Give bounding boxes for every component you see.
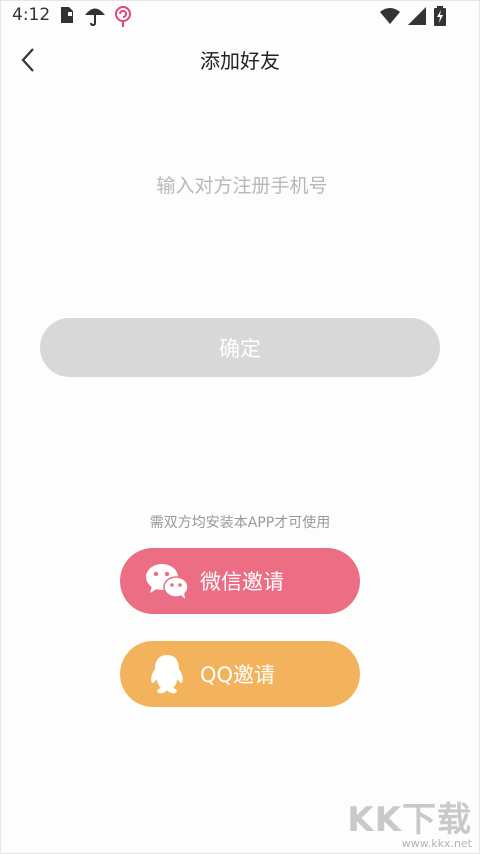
wechat-invite-label: 微信邀请 [200,570,284,594]
qq-invite-label: QQ邀请 [200,663,276,687]
wechat-icon [144,561,190,601]
invite-hint: 需双方均安装本APP才可使用 [149,515,331,531]
battery-charging-icon [434,6,446,30]
screen-frame [0,0,480,854]
sim-card-icon [60,6,74,28]
watermark: KK下载 www.kkx.net [347,792,472,850]
status-time: 4:12 [12,5,51,25]
status-bar: 4:12 [0,0,480,32]
wechat-invite-button[interactable]: 微信邀请 [120,548,360,614]
qq-penguin-icon [144,654,190,694]
signal-icon [408,7,426,29]
umbrella-icon [84,6,106,30]
phone-number-input[interactable] [60,168,424,204]
qq-invite-button[interactable]: QQ邀请 [120,641,360,707]
watermark-brand: KK下载 [347,800,472,840]
confirm-button[interactable]: 确定 [40,318,440,377]
page-title: 添加好友 [200,49,280,73]
lollipop-icon [114,6,132,32]
status-right [380,6,446,30]
wifi-icon [380,7,400,29]
confirm-label: 确定 [219,336,261,361]
